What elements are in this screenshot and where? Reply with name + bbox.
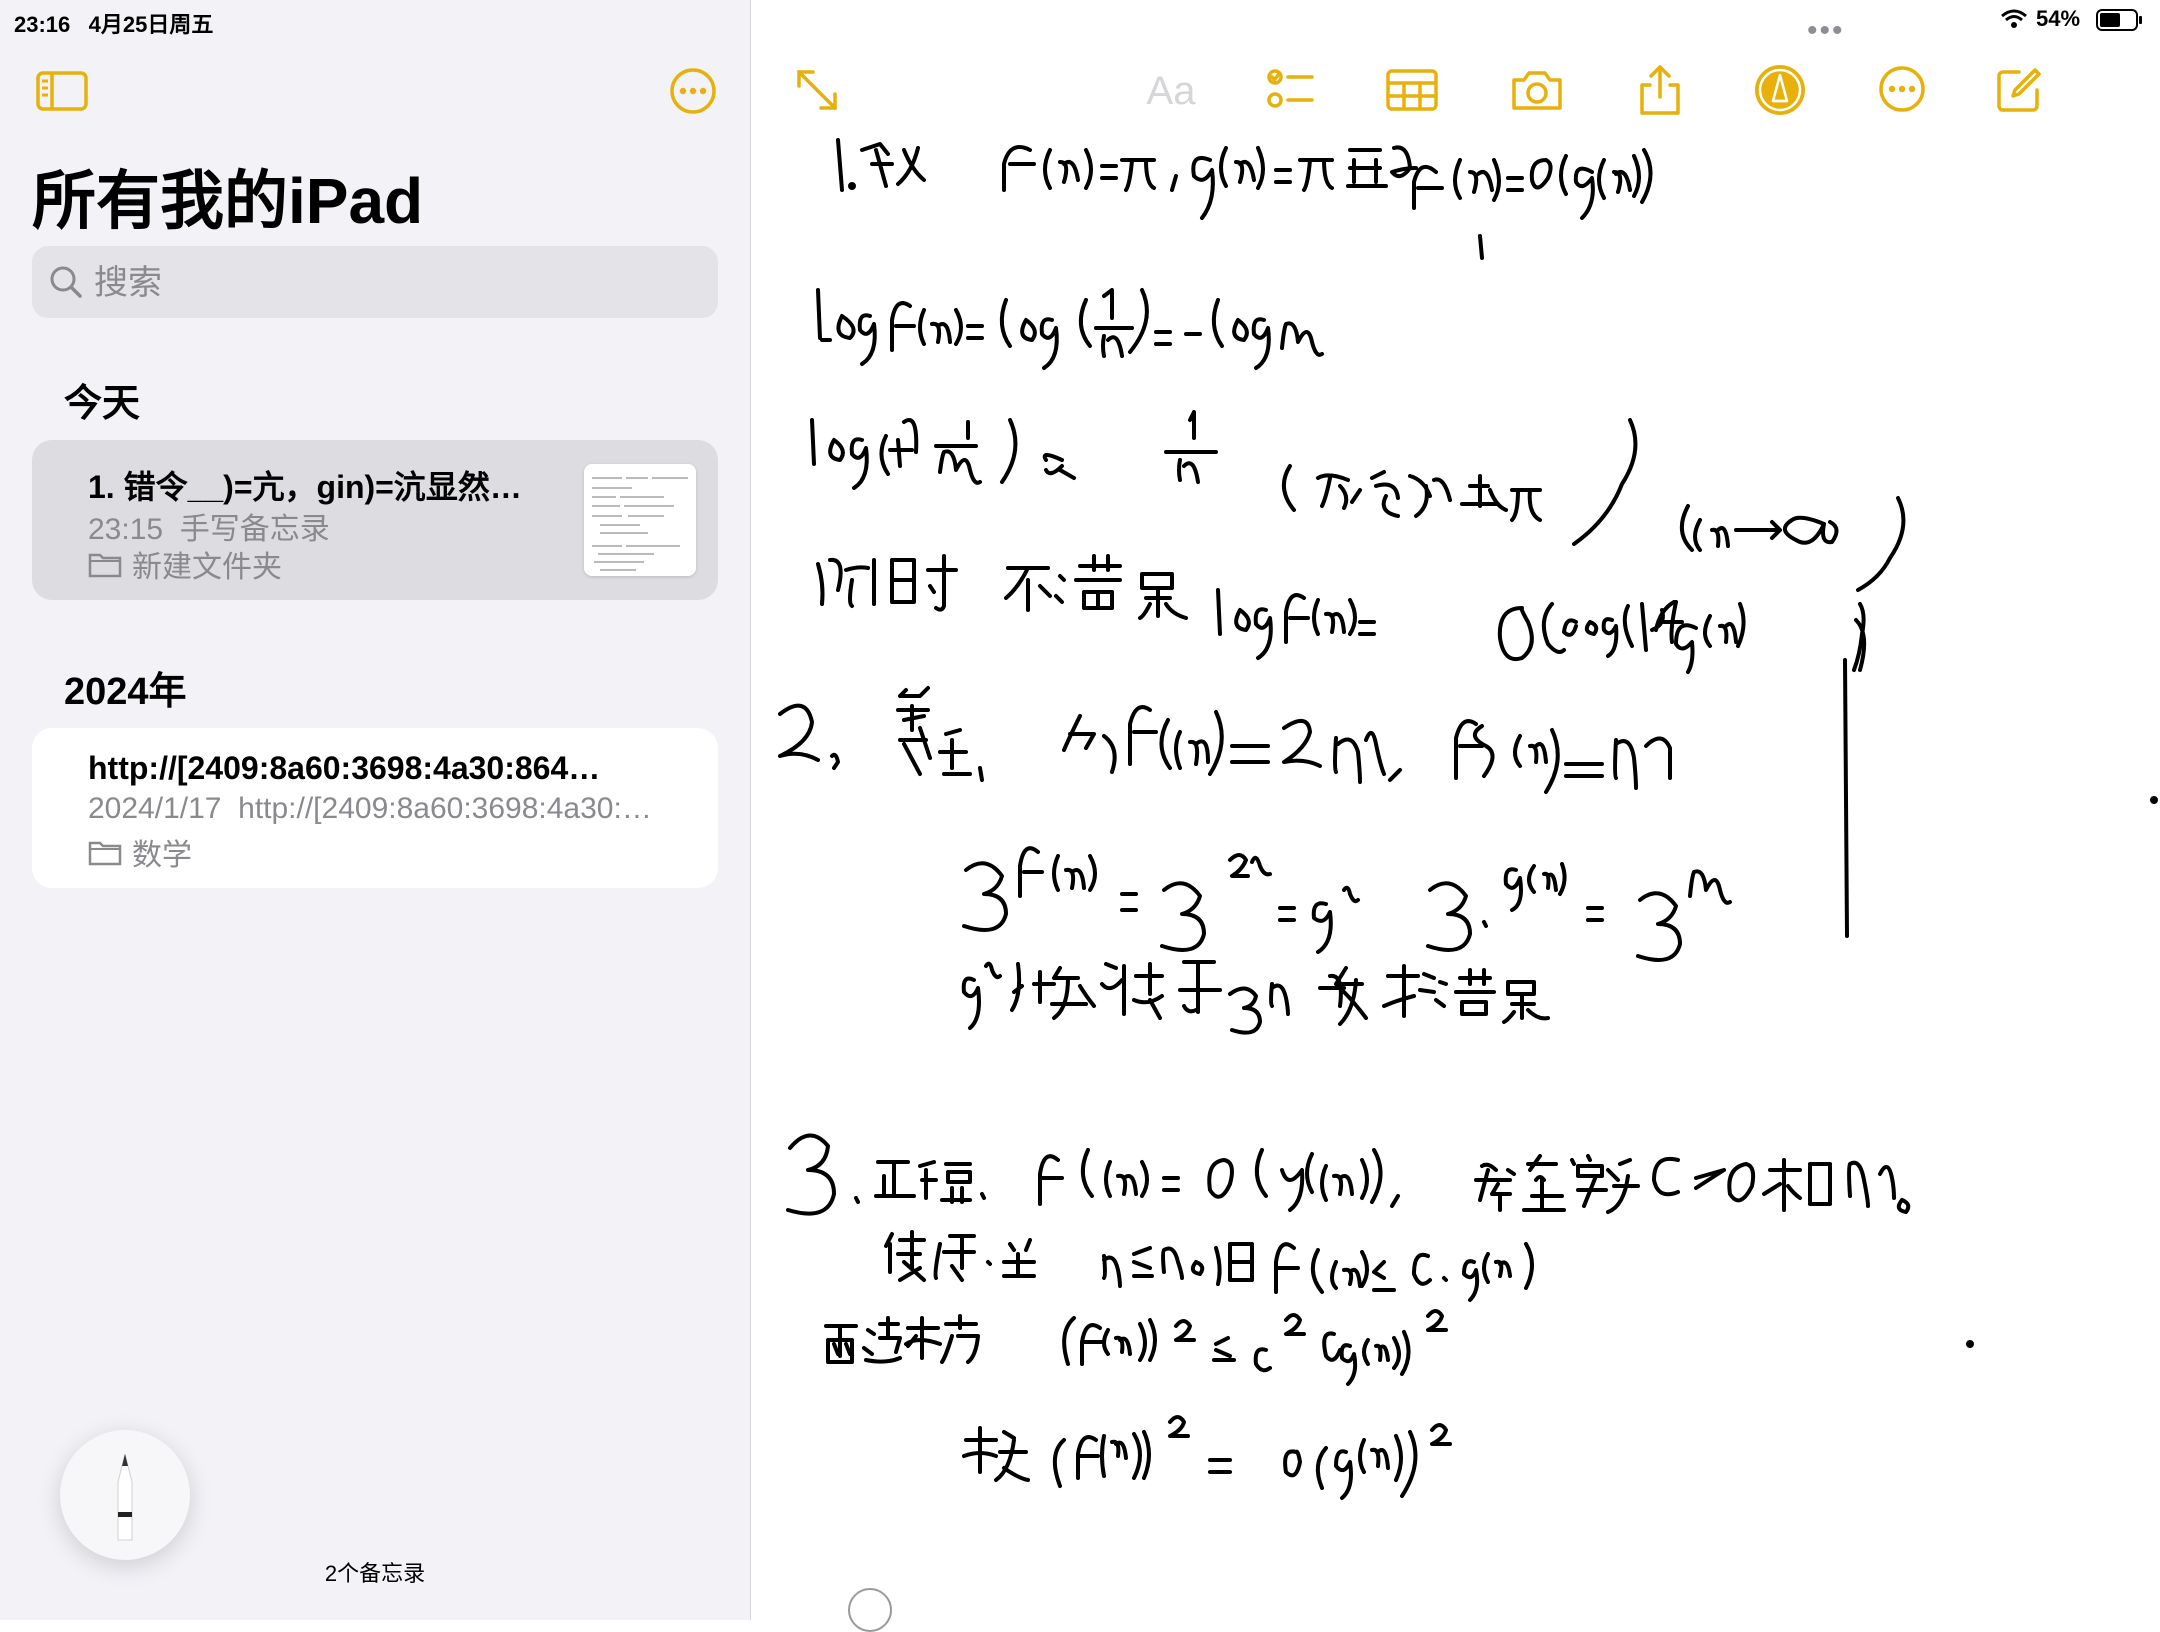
handwriting-canvas[interactable] <box>751 0 2160 1620</box>
note-editor[interactable]: ••• 54% Aa <box>751 0 2160 1632</box>
section-header-today: 今天 <box>64 383 141 425</box>
handwriting-line-11 <box>962 1415 1452 1500</box>
notes-count: 2个备忘录 <box>324 1561 426 1586</box>
note-item-url[interactable]: http://[2409:8a60:3698:4a30:864… 2024/1/… <box>32 728 718 888</box>
handwriting-line-1 <box>836 138 1653 260</box>
handwriting-line-2 <box>816 288 1324 370</box>
handwriting-line-10 <box>824 1309 1448 1386</box>
page-title: 所有我的iPad <box>32 165 424 237</box>
note-subtitle: 2024/1/17 http://[2409:8a60:3698:4a30:… <box>88 792 652 825</box>
pencil-button[interactable] <box>60 1430 190 1560</box>
pencil-icon <box>117 1453 133 1541</box>
search-icon <box>50 266 82 298</box>
notes-sidebar: 23:16 4月25日周五 所有我的iPad 今天 1. 错令__)=亢，gin… <box>0 0 751 1620</box>
handwriting-line-3 <box>810 410 1906 592</box>
note-folder: 新建文件夹 <box>88 542 282 586</box>
status-time: 23:16 4月25日周五 <box>14 12 214 37</box>
note-thumbnail <box>584 464 696 576</box>
search-input[interactable] <box>92 246 706 320</box>
note-title: http://[2409:8a60:3698:4a30:864… <box>88 750 601 786</box>
handwriting-line-6 <box>962 846 1732 962</box>
section-header-2024: 2024年 <box>64 671 187 713</box>
handwriting-line-9 <box>884 1230 1534 1302</box>
handwriting-line-7 <box>961 960 1550 1035</box>
handwriting-line-8 <box>786 1133 1911 1216</box>
search-bar[interactable] <box>32 246 718 320</box>
sidebar-toggle-icon[interactable] <box>34 68 90 114</box>
scroll-indicator-circle <box>848 1588 892 1632</box>
note-title: 1. 错令__)=亢，gin)=沆显然… <box>88 469 522 505</box>
folder-icon <box>88 553 122 578</box>
sidebar-more-icon[interactable] <box>668 66 718 116</box>
folder-icon <box>88 841 122 866</box>
note-item-handwritten[interactable]: 1. 错令__)=亢，gin)=沆显然… 23:15 手写备忘录 新建文件夹 <box>32 440 718 600</box>
note-folder: 数学 <box>88 830 192 874</box>
handwriting-line-4 <box>816 554 1867 938</box>
handwriting-line-5 <box>778 686 1672 794</box>
